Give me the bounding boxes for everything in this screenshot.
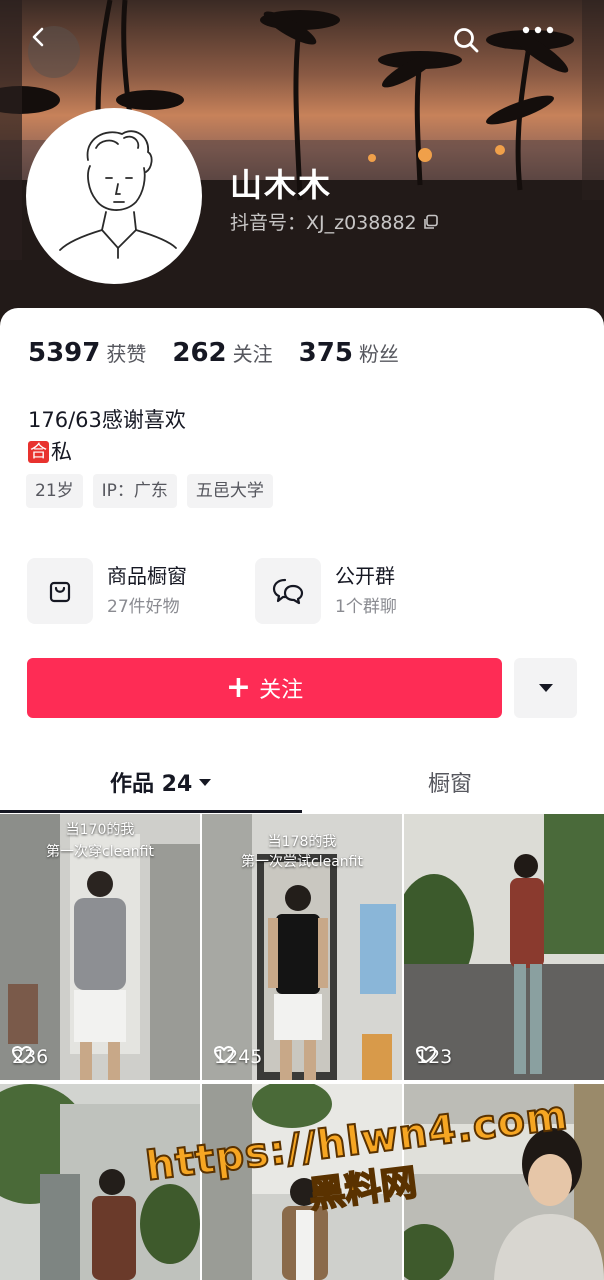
profile-tags: 21岁 IP：广东 五邑大学	[26, 474, 273, 508]
public-group-entry[interactable]: 公开群 1个群聊	[255, 558, 397, 624]
video-caption-line-2: 第一次穿cleanfit	[46, 844, 154, 860]
stat-likes[interactable]: 5397 获赞	[28, 338, 146, 368]
product-showcase-entry[interactable]: 商品橱窗 27件好物	[27, 558, 187, 624]
more-button[interactable]	[522, 26, 574, 78]
video-thumbnail[interactable]: 当178的我 第一次尝试cleanfit 1245	[202, 814, 402, 1080]
stat-likes-label: 获赞	[106, 342, 147, 366]
video-caption-line-1: 当178的我	[267, 834, 337, 850]
bio-line-2: 合私	[28, 436, 186, 468]
search-icon	[454, 28, 479, 53]
video-thumbnail[interactable]: 当170的我 第一次穿cleanfit 236	[0, 814, 200, 1080]
stat-following-label: 关注	[232, 342, 273, 366]
search-button[interactable]	[452, 26, 504, 78]
group-chat-icon	[255, 558, 321, 624]
bio-line-2-text: 私	[51, 440, 72, 464]
tab-active-indicator	[0, 810, 302, 813]
douyin-id-text: 抖音号：XJ_z038882	[230, 212, 417, 234]
stat-followers-label: 粉丝	[358, 342, 399, 366]
copy-icon[interactable]	[423, 214, 439, 230]
public-group-count: 1个群聊	[335, 597, 397, 617]
he-emoji-badge: 合	[28, 441, 49, 463]
more-dots-icon	[522, 26, 554, 34]
video-cover-image	[404, 814, 604, 1080]
stat-followers[interactable]: 375 粉丝	[299, 338, 399, 368]
stat-following-value: 262	[172, 338, 227, 368]
avatar[interactable]	[26, 108, 202, 284]
profile-stats: 5397 获赞 262 关注 375 粉丝	[28, 338, 399, 368]
shopping-bag-icon	[27, 558, 93, 624]
stat-likes-value: 5397	[28, 338, 101, 368]
heart-outline-icon	[416, 1046, 436, 1063]
profile-nickname: 山木木	[230, 166, 333, 204]
profile-tabs: 作品 24 橱窗	[0, 748, 604, 814]
caret-down-icon	[199, 778, 212, 786]
video-likes: 123	[416, 1046, 452, 1068]
video-caption-line-2: 第一次尝试cleanfit	[241, 854, 363, 870]
video-caption-line-1: 当170的我	[65, 822, 135, 838]
tag-age: 21岁	[26, 474, 83, 508]
tab-works-label: 作品 24	[110, 772, 193, 797]
tab-works[interactable]: 作品 24	[110, 766, 212, 798]
video-thumbnail[interactable]: 123	[404, 814, 604, 1080]
follow-button[interactable]: + 关注	[27, 658, 502, 718]
heart-outline-icon	[214, 1046, 234, 1063]
tag-ip-location: IP：广东	[92, 474, 177, 508]
public-group-title: 公开群	[335, 564, 395, 588]
video-likes: 1245	[214, 1046, 262, 1068]
avatar-sketch-image	[59, 130, 177, 259]
heart-outline-icon	[12, 1046, 32, 1063]
product-showcase-count: 27件好物	[107, 597, 180, 617]
profile-bio: 176/63感谢喜欢 合私	[28, 404, 186, 468]
stat-followers-value: 375	[298, 338, 353, 368]
plus-icon: +	[225, 670, 252, 705]
tab-showcase[interactable]: 橱窗	[428, 766, 472, 798]
follow-button-label: 关注	[259, 678, 304, 703]
chevron-left-icon	[32, 27, 44, 47]
back-button[interactable]	[28, 26, 80, 78]
caret-down-icon	[538, 684, 553, 692]
tag-school[interactable]: 五邑大学	[186, 474, 273, 508]
bio-line-1: 176/63感谢喜欢	[28, 408, 186, 432]
recommend-dropdown-button[interactable]	[514, 658, 577, 718]
douyin-id[interactable]: 抖音号：XJ_z038882	[230, 208, 439, 235]
product-showcase-title: 商品橱窗	[107, 564, 187, 588]
video-likes: 236	[12, 1046, 48, 1068]
stat-following[interactable]: 262 关注	[172, 338, 272, 368]
